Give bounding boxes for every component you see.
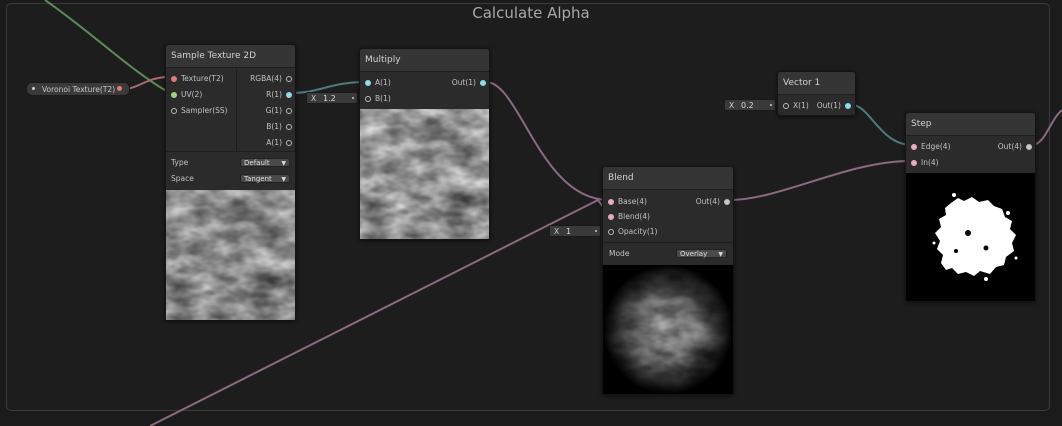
input-port-texture[interactable]: Texture(T2) — [171, 73, 235, 85]
blend-node[interactable]: Blend Base(4) Blend(4) Opacity(1) Out(4)… — [602, 166, 734, 395]
blend-preview — [603, 265, 733, 394]
input-port-uv[interactable]: UV(2) — [171, 89, 235, 101]
input-port-a[interactable]: A(1) — [365, 77, 425, 89]
node-title[interactable]: Sample Texture 2D — [166, 45, 295, 68]
blend-opacity-input[interactable]: X 1 — [549, 225, 601, 237]
vector1-x-input[interactable]: X 0.2 — [724, 99, 776, 111]
multiply-node[interactable]: Multiply A(1) B(1) Out(1) — [359, 48, 490, 240]
output-port-rgba[interactable]: RGBA(4) — [238, 73, 292, 85]
input-port-b[interactable]: B(1) — [365, 93, 425, 105]
sample-texture-2d-node[interactable]: Sample Texture 2D Texture(T2) UV(2) Samp… — [165, 44, 296, 321]
type-dropdown[interactable]: Default ▼ — [240, 158, 290, 167]
space-label: Space — [171, 174, 194, 183]
multiply-preview — [360, 109, 489, 239]
input-port-in[interactable]: In(4) — [911, 157, 971, 169]
settings-divider — [166, 151, 295, 152]
input-port-edge[interactable]: Edge(4) — [911, 141, 971, 153]
output-port-out[interactable]: Out(1) — [430, 77, 486, 89]
type-label: Type — [171, 158, 189, 167]
output-port-g[interactable]: G(1) — [238, 105, 292, 117]
port-divider — [236, 67, 237, 151]
voronoi-texture-property-node[interactable]: Voronoi Texture(T2) — [26, 82, 130, 96]
output-port-r[interactable]: R(1) — [238, 89, 292, 101]
output-port-out[interactable]: Out(4) — [675, 196, 730, 208]
mode-label: Mode — [609, 249, 630, 258]
settings-divider — [603, 242, 733, 243]
step-node[interactable]: Step Edge(4) In(4) Out(4) — [905, 112, 1036, 302]
output-port-out[interactable]: Out(1) — [816, 100, 851, 112]
space-dropdown[interactable]: Tangent ▼ — [240, 174, 290, 183]
group-frame[interactable] — [6, 3, 1050, 411]
node-title[interactable]: Blend — [603, 167, 733, 190]
node-title[interactable]: Multiply — [360, 49, 489, 72]
property-left-dot — [32, 87, 35, 90]
step-preview — [906, 173, 1035, 301]
input-port-base[interactable]: Base(4) — [608, 196, 672, 208]
chevron-down-icon: ▼ — [281, 160, 286, 167]
property-label: Voronoi Texture(T2) — [42, 85, 116, 94]
input-port-x[interactable]: X(1) — [783, 100, 819, 112]
output-port-b[interactable]: B(1) — [238, 121, 292, 133]
node-title[interactable]: Vector 1 — [778, 72, 855, 95]
chevron-down-icon: ▼ — [281, 176, 286, 183]
input-port-blend[interactable]: Blend(4) — [608, 211, 672, 223]
input-port-sampler[interactable]: Sampler(SS) — [171, 105, 235, 117]
texture-preview — [166, 190, 295, 320]
chevron-down-icon: ▼ — [718, 251, 723, 258]
multiply-b-input[interactable]: X 1.2 — [306, 92, 358, 104]
output-port-a[interactable]: A(1) — [238, 137, 292, 149]
shader-graph-canvas[interactable]: Calculate Alpha Voronoi Texture(T2) Samp… — [0, 0, 1062, 426]
property-output-port[interactable] — [117, 86, 122, 91]
vector1-node[interactable]: Vector 1 X(1) Out(1) — [777, 71, 856, 116]
output-port-out[interactable]: Out(4) — [978, 141, 1032, 153]
input-port-opacity[interactable]: Opacity(1) — [608, 226, 672, 238]
mode-dropdown[interactable]: Overlay ▼ — [676, 249, 727, 258]
group-title[interactable]: Calculate Alpha — [0, 4, 1062, 22]
node-title[interactable]: Step — [906, 113, 1035, 136]
